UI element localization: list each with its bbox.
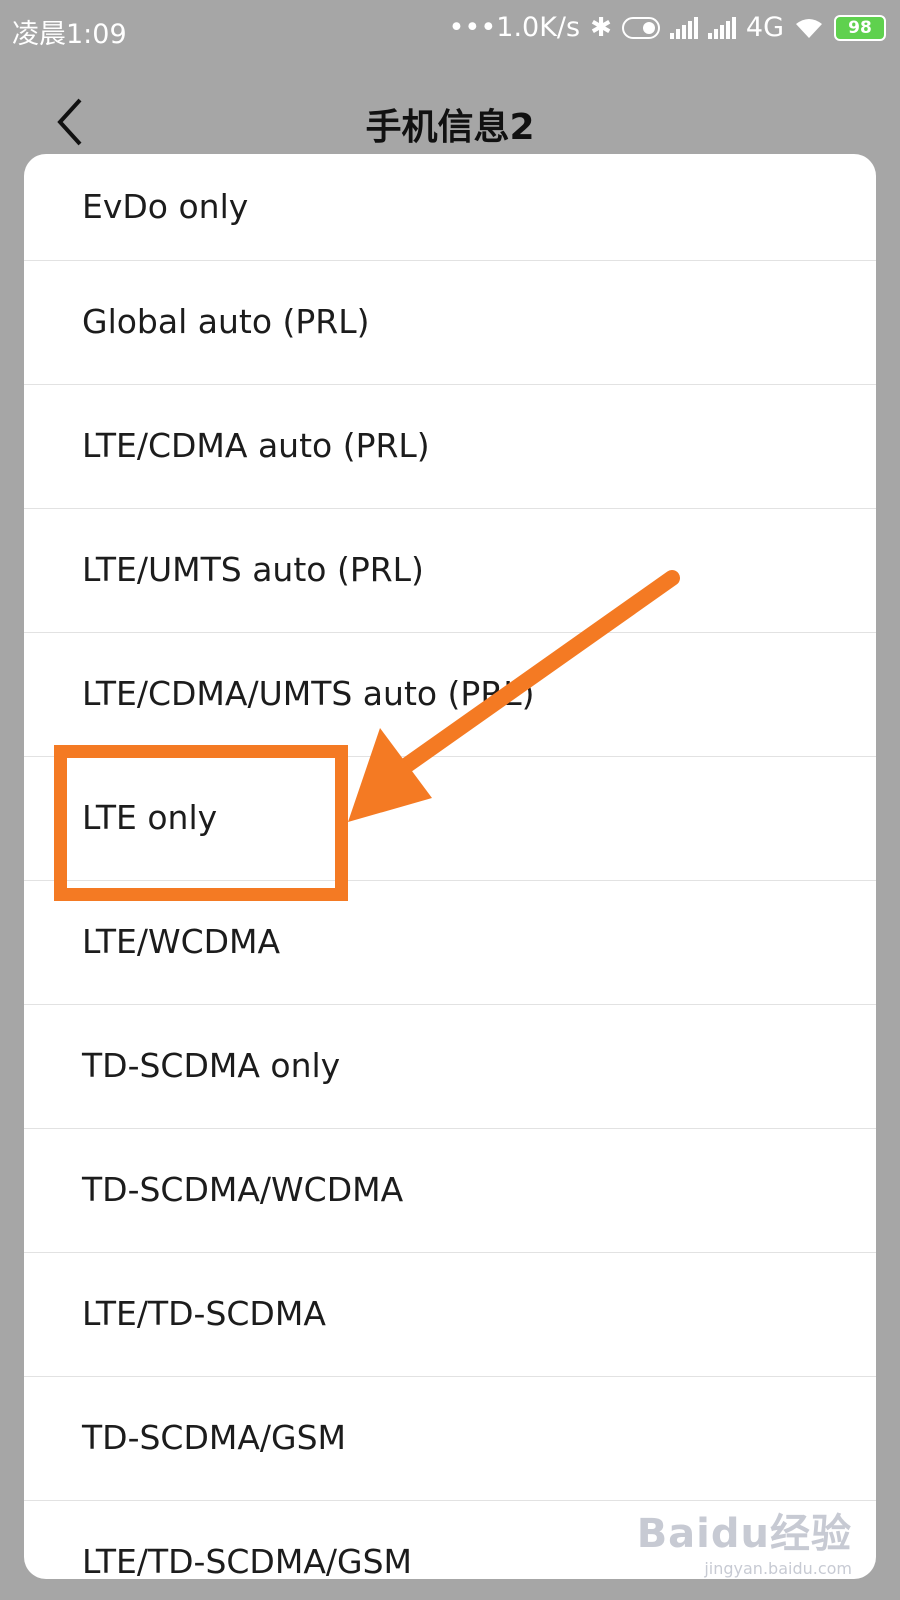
option-label: TD-SCDMA/WCDMA — [82, 1170, 404, 1209]
watermark-domain: jingyan.baidu.com — [704, 1559, 852, 1578]
page-title: 手机信息2 — [365, 107, 535, 148]
network-speed: •••1.0K/s — [448, 12, 581, 43]
option-td-scdma-only[interactable]: TD-SCDMA only — [24, 1005, 876, 1129]
option-td-scdma-wcdma[interactable]: TD-SCDMA/WCDMA — [24, 1129, 876, 1253]
option-label: LTE/TD-SCDMA/GSM — [82, 1542, 412, 1579]
signal-icon — [669, 16, 698, 39]
toggle-icon — [621, 16, 660, 39]
option-label: LTE/WCDMA — [82, 922, 281, 961]
bluetooth-icon: ✱ — [590, 12, 612, 43]
option-lte-cdma-umts-auto[interactable]: LTE/CDMA/UMTS auto (PRL) — [24, 633, 876, 757]
option-label: TD-SCDMA only — [82, 1046, 341, 1085]
wifi-icon — [794, 16, 824, 40]
signal-icon — [707, 16, 736, 39]
battery-icon: 98 — [834, 14, 886, 41]
watermark-logo: Baidu经验 — [636, 1511, 852, 1557]
option-label: LTE/CDMA/UMTS auto (PRL) — [82, 674, 535, 713]
option-evdo-only[interactable]: EvDo only — [24, 154, 876, 261]
option-label: Global auto (PRL) — [82, 302, 370, 341]
option-lte-umts-auto[interactable]: LTE/UMTS auto (PRL) — [24, 509, 876, 633]
option-lte-cdma-auto[interactable]: LTE/CDMA auto (PRL) — [24, 385, 876, 509]
option-label: LTE/CDMA auto (PRL) — [82, 426, 430, 465]
option-label: TD-SCDMA/GSM — [82, 1418, 347, 1457]
option-global-auto[interactable]: Global auto (PRL) — [24, 261, 876, 385]
status-time: 凌晨1:09 — [12, 19, 127, 50]
network-type: 4G — [745, 12, 784, 43]
watermark: Baidu经验 jingyan.baidu.com — [637, 1501, 852, 1578]
option-lte-td-scdma[interactable]: LTE/TD-SCDMA — [24, 1253, 876, 1377]
option-label: EvDo only — [82, 186, 249, 226]
option-td-scdma-gsm[interactable]: TD-SCDMA/GSM — [24, 1377, 876, 1501]
status-bar: 凌晨1:09 •••1.0K/s ✱ 4G 98 — [0, 0, 900, 62]
option-label: LTE/TD-SCDMA — [82, 1294, 326, 1333]
option-label: LTE/UMTS auto (PRL) — [82, 550, 424, 589]
annotation-highlight-box — [54, 745, 348, 901]
status-icons: •••1.0K/s ✱ 4G 98 — [448, 12, 886, 43]
